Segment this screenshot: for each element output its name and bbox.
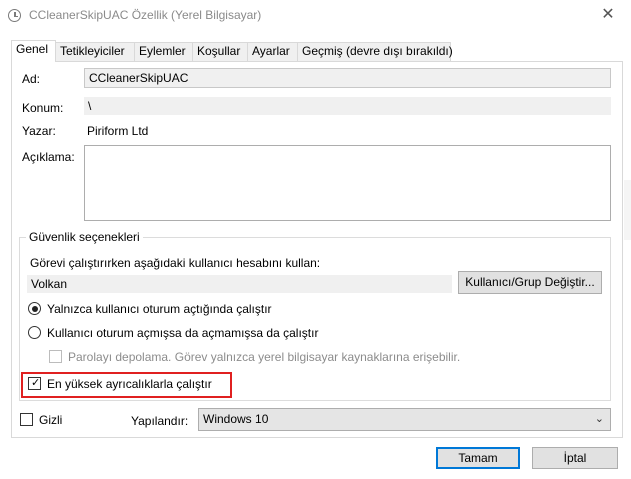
hidden-checkbox[interactable]: [20, 413, 33, 426]
do-not-store-password-checkbox[interactable]: [49, 350, 62, 363]
configure-for-select[interactable]: Windows 10 ⌄: [198, 408, 611, 431]
author-value: Piriform Ltd: [87, 124, 149, 138]
user-account-value: Volkan: [27, 275, 452, 293]
checkmark-icon: ✓: [31, 377, 41, 389]
author-label: Yazar:: [22, 124, 56, 138]
cancel-button[interactable]: İptal: [532, 447, 618, 469]
do-not-store-password-label: Parolayı depolama. Görev yalnızca yerel …: [68, 350, 461, 364]
window-title: CCleanerSkipUAC Özellik (Yerel Bilgisaya…: [29, 8, 262, 22]
name-label: Ad:: [22, 72, 41, 86]
description-textarea[interactable]: [84, 145, 611, 221]
run-as-label: Görevi çalıştırırken aşağıdaki kullanıcı…: [30, 256, 321, 270]
tab-conditions[interactable]: Koşullar: [192, 42, 248, 61]
configure-for-label: Yapılandır:: [131, 414, 189, 428]
highest-privileges-checkbox[interactable]: ✓: [28, 377, 41, 390]
run-whether-logged-on-radio[interactable]: [28, 326, 41, 339]
configure-for-value: Windows 10: [203, 412, 269, 426]
highest-privileges-label[interactable]: En yüksek ayrıcalıklarla çalıştır: [47, 377, 212, 391]
location-label: Konum:: [22, 101, 64, 115]
description-label: Açıklama:: [22, 150, 75, 164]
tab-settings[interactable]: Ayarlar: [247, 42, 298, 61]
change-user-button[interactable]: Kullanıcı/Grup Değiştir...: [458, 271, 602, 294]
hidden-label[interactable]: Gizli: [39, 413, 62, 427]
title-bar: CCleanerSkipUAC Özellik (Yerel Bilgisaya…: [0, 0, 631, 31]
clock-icon: [8, 9, 21, 22]
tab-actions[interactable]: Eylemler: [134, 42, 193, 61]
run-whether-logged-on-label[interactable]: Kullanıcı oturum açmışsa da açmamışsa da…: [47, 326, 318, 340]
tab-triggers[interactable]: Tetikleyiciler: [55, 42, 135, 61]
location-value: \: [84, 97, 611, 115]
scrollbar-edge: [624, 180, 631, 240]
chevron-down-icon: ⌄: [594, 413, 604, 425]
name-field[interactable]: CCleanerSkipUAC: [84, 68, 611, 88]
run-only-logged-on-radio[interactable]: [28, 302, 41, 315]
run-only-logged-on-label[interactable]: Yalnızca kullanıcı oturum açtığında çalı…: [47, 302, 272, 316]
tab-general[interactable]: Genel: [11, 40, 56, 62]
security-options-title: Güvenlik seçenekleri: [26, 230, 143, 244]
close-button[interactable]: ✕: [585, 0, 631, 31]
tab-history[interactable]: Geçmiş (devre dışı bırakıldı): [297, 42, 453, 61]
ok-button[interactable]: Tamam: [436, 447, 520, 469]
